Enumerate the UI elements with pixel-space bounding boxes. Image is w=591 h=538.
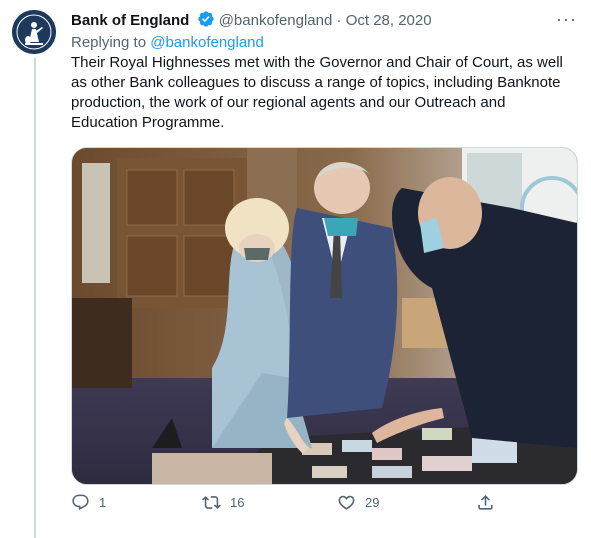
tweet-photo[interactable] xyxy=(71,147,578,485)
reply-icon xyxy=(72,494,89,511)
share-button[interactable] xyxy=(476,493,495,512)
avatar[interactable] xyxy=(12,10,56,54)
replying-to-line: Replying to @bankofengland xyxy=(71,33,264,53)
heart-icon xyxy=(338,495,355,510)
retweet-count: 16 xyxy=(230,495,245,510)
tweet-header: Bank of England @bankofengland · Oct 28,… xyxy=(71,10,432,34)
reply-count: 1 xyxy=(99,495,107,510)
author-name[interactable]: Bank of England xyxy=(71,12,189,29)
like-count: 29 xyxy=(365,495,380,510)
tweet-actions-bar: 1 16 29 xyxy=(71,493,576,519)
bank-of-england-logo-icon xyxy=(12,10,56,54)
author-handle[interactable]: @bankofengland xyxy=(219,12,333,29)
replying-to-link[interactable]: @bankofengland xyxy=(150,34,264,51)
reply-button[interactable]: 1 xyxy=(71,493,106,512)
share-icon xyxy=(478,495,493,510)
verified-badge-icon xyxy=(197,10,215,34)
more-options-button[interactable]: ··· xyxy=(556,9,577,30)
photo-image xyxy=(72,148,577,484)
tweet-date[interactable]: Oct 28, 2020 xyxy=(346,12,432,29)
retweet-button[interactable]: 16 xyxy=(202,493,244,512)
like-button[interactable]: 29 xyxy=(337,493,379,512)
tweet-text: Their Royal Highnesses met with the Gove… xyxy=(71,54,563,131)
retweet-icon xyxy=(202,496,221,509)
replying-prefix: Replying to xyxy=(71,34,151,51)
thread-line xyxy=(34,58,36,538)
separator-dot: · xyxy=(336,12,342,29)
